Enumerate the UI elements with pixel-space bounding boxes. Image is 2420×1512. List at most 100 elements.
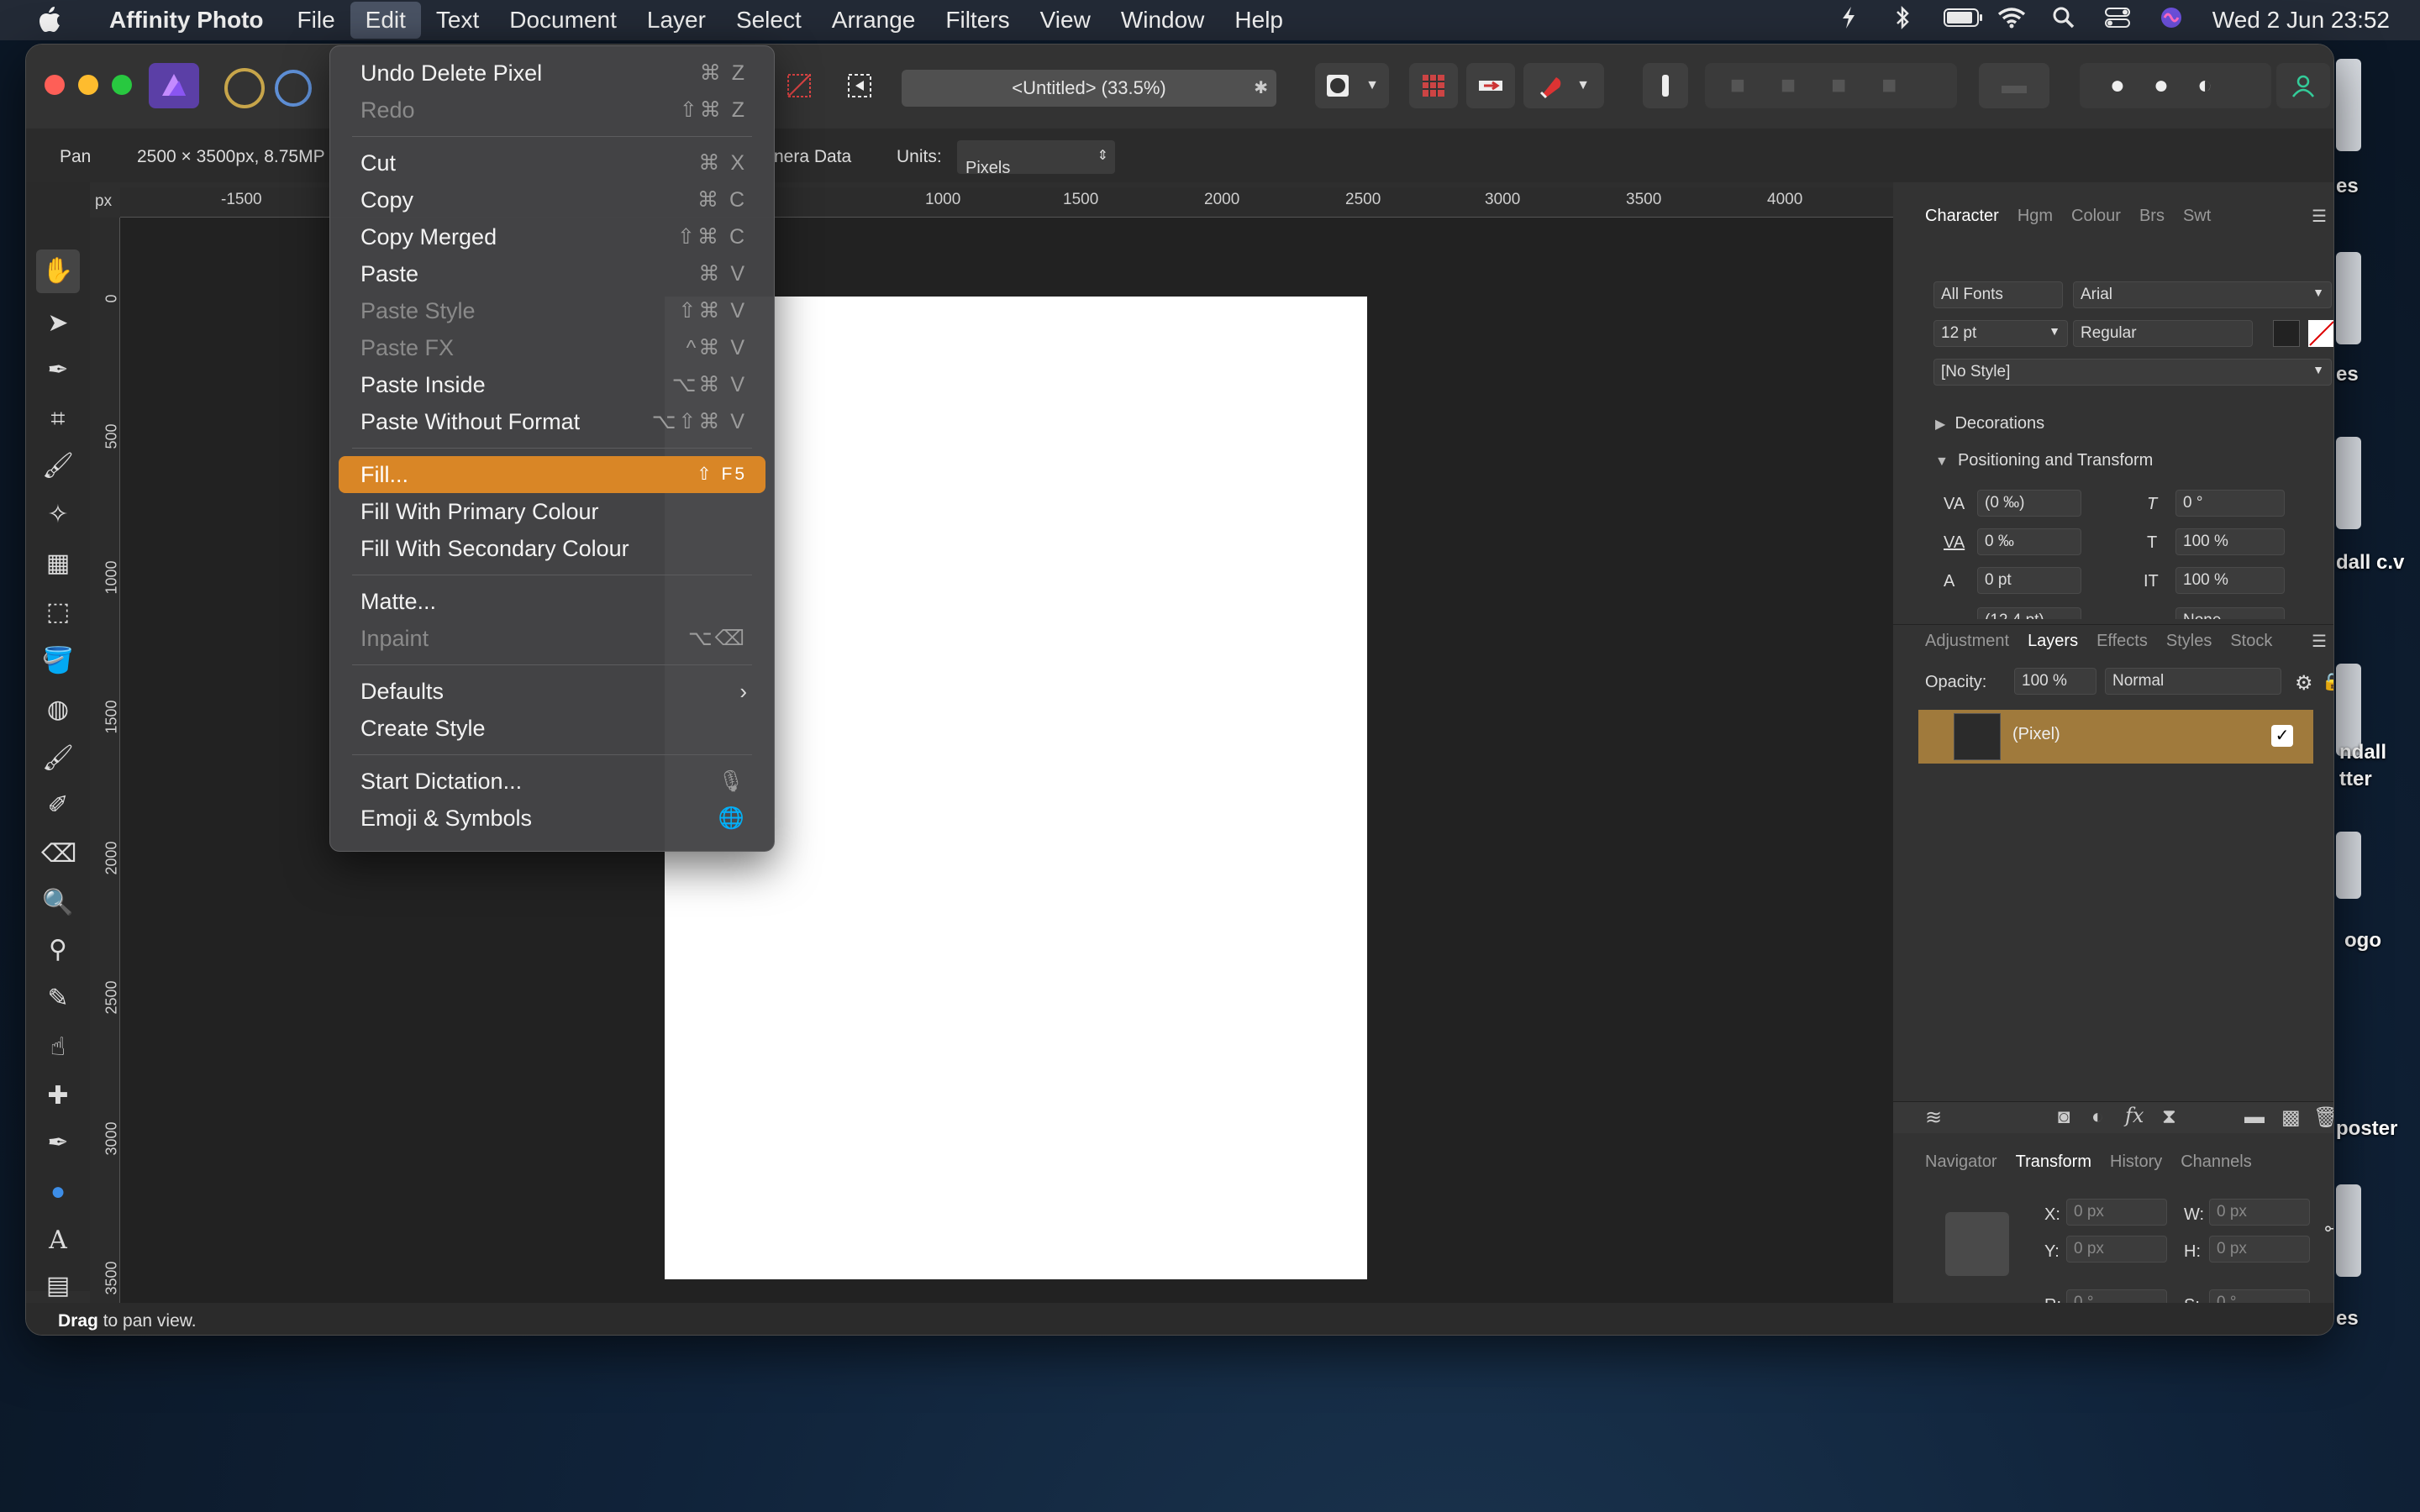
panel-menu-icon[interactable]: ☰ <box>2312 631 2327 652</box>
text-tool-icon[interactable]: A <box>41 1224 75 1257</box>
desktop-file-icon[interactable] <box>2336 437 2361 529</box>
anchor-selector[interactable] <box>1945 1212 2009 1276</box>
font-collection-select[interactable]: All Fonts <box>1933 281 2063 308</box>
menu-item-paste[interactable]: Paste ⌘ V <box>339 255 765 292</box>
hand-tool-icon[interactable]: ✋ <box>36 249 80 293</box>
menu-item-copy-merged[interactable]: Copy Merged ⇧⌘ C <box>339 218 765 255</box>
add-mask-icon[interactable]: ◙ <box>2058 1105 2070 1129</box>
menu-window[interactable]: Window <box>1106 2 1220 39</box>
menu-item-fill[interactable]: Fill... ⇧ F5 <box>339 456 765 493</box>
healing-brush-tool-icon[interactable]: ✚ <box>41 1079 75 1113</box>
menu-text[interactable]: Text <box>421 2 494 39</box>
wifi-icon[interactable] <box>1997 7 2025 34</box>
tab-navigator[interactable]: Navigator <box>1925 1152 1997 1172</box>
menu-item-start-dictation[interactable]: Start Dictation... 🎙 <box>339 763 765 800</box>
desktop-item-label[interactable]: ogo <box>2344 929 2381 953</box>
blur-brush-tool-icon[interactable]: ✎ <box>41 982 75 1016</box>
camera-data-button[interactable]: nera Data <box>774 147 851 167</box>
kerning-field[interactable]: 0 ‰ <box>1977 528 2081 555</box>
dodge-tool-icon[interactable]: 🔍 <box>41 886 75 920</box>
tracking-field[interactable]: (0 ‰) <box>1977 490 2081 517</box>
link-icon[interactable]: ⚯ <box>2325 1219 2333 1240</box>
flood-fill-tool-icon[interactable]: 🪣 <box>41 644 75 678</box>
menu-item-cut[interactable]: Cut ⌘ X <box>339 144 765 181</box>
snapping-magnet-icon[interactable]: ▼ <box>1523 63 1604 108</box>
layer-visibility-checkbox[interactable]: ✓ <box>2271 725 2293 747</box>
desktop-item-label[interactable]: poster <box>2336 1117 2397 1141</box>
desktop-item-label[interactable]: dall c.v <box>2336 551 2404 575</box>
magic-wand-tool-icon[interactable]: ✧ <box>41 498 75 532</box>
quick-mask-button[interactable]: ▼ <box>1315 63 1389 108</box>
move-tool-icon[interactable]: ➤ <box>41 307 75 340</box>
pen-tool-icon[interactable]: ✒ <box>41 1126 75 1160</box>
chevron-down-icon[interactable]: ▼ <box>1365 78 1379 93</box>
menu-item-paste-without-format[interactable]: Paste Without Format ⌥⇧⌘ V <box>339 403 765 440</box>
menu-clock[interactable]: Wed 2 Jun 23:52 <box>2212 7 2390 34</box>
desktop-file-icon[interactable] <box>2336 1184 2361 1277</box>
font-size-field[interactable]: 12 pt ▼ <box>1933 320 2068 347</box>
align-icon[interactable]: ▬ <box>1979 63 2049 108</box>
minimize-window-button[interactable] <box>78 75 98 95</box>
photo-persona-icon[interactable] <box>149 63 199 108</box>
boolean-ops-icons[interactable]: ●●◐ <box>2110 71 2241 100</box>
bluetooth-icon[interactable] <box>1890 5 1915 36</box>
lock-icon[interactable]: 🔒 <box>2322 671 2333 692</box>
group-folder-icon[interactable]: ▬ <box>2244 1105 2265 1129</box>
h-field[interactable]: 0 px <box>2209 1236 2310 1263</box>
text-background-swatch[interactable] <box>2308 320 2333 347</box>
opacity-field[interactable]: 100 % <box>2014 668 2096 695</box>
layers-stack-icon[interactable]: ≋ <box>1925 1105 1942 1130</box>
apple-menu-icon[interactable] <box>37 5 62 41</box>
menu-item-undo[interactable]: Undo Delete Pixel ⌘ Z <box>339 55 765 92</box>
assistant-icon[interactable] <box>1466 63 1515 108</box>
color-replacement-tool-icon[interactable]: ✐ <box>41 789 75 822</box>
shape-tool-icon[interactable]: ● <box>41 1175 75 1209</box>
tab-channels[interactable]: Channels <box>2181 1152 2252 1172</box>
color-picker-tool-icon[interactable]: ✒ <box>41 354 75 387</box>
layer-settings-gear-icon[interactable]: ⚙ <box>2295 671 2313 696</box>
menu-item-matte[interactable]: Matte... <box>339 583 765 620</box>
develop-persona-icon[interactable] <box>275 70 312 107</box>
desktop-item-label[interactable]: tter <box>2339 768 2372 791</box>
x-field[interactable]: 0 px <box>2066 1199 2167 1226</box>
vertical-scale-field[interactable]: 100 % <box>2175 528 2285 555</box>
font-family-select[interactable]: Arial ▼ <box>2073 281 2332 308</box>
units-select[interactable]: Pixels ⇕ <box>957 140 1115 177</box>
delete-layer-icon[interactable]: 🗑 <box>2313 1105 2333 1130</box>
tab-character[interactable]: Character <box>1925 207 1999 226</box>
menu-item-copy[interactable]: Copy ⌘ C <box>339 181 765 218</box>
tab-histogram[interactable]: Hgm <box>2018 207 2053 226</box>
arrange-order-icons[interactable]: ■■■■ <box>1730 71 1932 100</box>
menu-filters[interactable]: Filters <box>930 2 1024 39</box>
document-tab[interactable]: <Untitled> (33.5%) ✱ <box>902 70 1276 107</box>
snapping-frame-icon[interactable] <box>841 63 878 108</box>
font-style-select[interactable]: Regular <box>2073 320 2253 347</box>
w-field[interactable]: 0 px <box>2209 1199 2310 1226</box>
menu-item-emoji-symbols[interactable]: Emoji & Symbols 🌐 <box>339 800 765 837</box>
desktop-item-label[interactable]: ndall <box>2339 741 2386 764</box>
menu-item-create-style[interactable]: Create Style <box>339 710 765 747</box>
close-window-button[interactable] <box>45 75 65 95</box>
menu-item-defaults[interactable]: Defaults › <box>339 673 765 710</box>
desktop-item-label[interactable]: es <box>2336 175 2359 198</box>
move-to-front-icon[interactable] <box>1643 63 1688 108</box>
zoom-window-button[interactable] <box>112 75 132 95</box>
crop-tool-icon[interactable]: ⌗ <box>41 402 75 436</box>
selection-brush-tool-icon[interactable]: 🖌 <box>41 449 75 483</box>
fx-icon[interactable]: fx <box>2125 1104 2144 1127</box>
tab-layers[interactable]: Layers <box>2028 632 2078 651</box>
battery-icon[interactable] <box>1943 7 1982 34</box>
tab-styles[interactable]: Styles <box>2166 632 2212 651</box>
tab-history[interactable]: History <box>2110 1152 2162 1172</box>
tab-transform[interactable]: Transform <box>2016 1152 2091 1172</box>
spotlight-search-icon[interactable] <box>2051 7 2076 34</box>
erase-brush-tool-icon[interactable]: ⌫ <box>41 837 76 871</box>
desktop-file-icon[interactable] <box>2336 832 2361 899</box>
gradient-tool-icon[interactable]: ◍ <box>41 693 75 727</box>
leading-field[interactable]: (12.4 pt) <box>1977 607 2081 619</box>
clone-tool-icon[interactable]: ⚲ <box>41 933 75 967</box>
language-field[interactable]: None <box>2175 607 2285 619</box>
text-colour-swatch[interactable] <box>2273 320 2300 347</box>
close-document-icon[interactable]: ✱ <box>1254 70 1268 107</box>
tab-colour[interactable]: Colour <box>2071 207 2121 226</box>
